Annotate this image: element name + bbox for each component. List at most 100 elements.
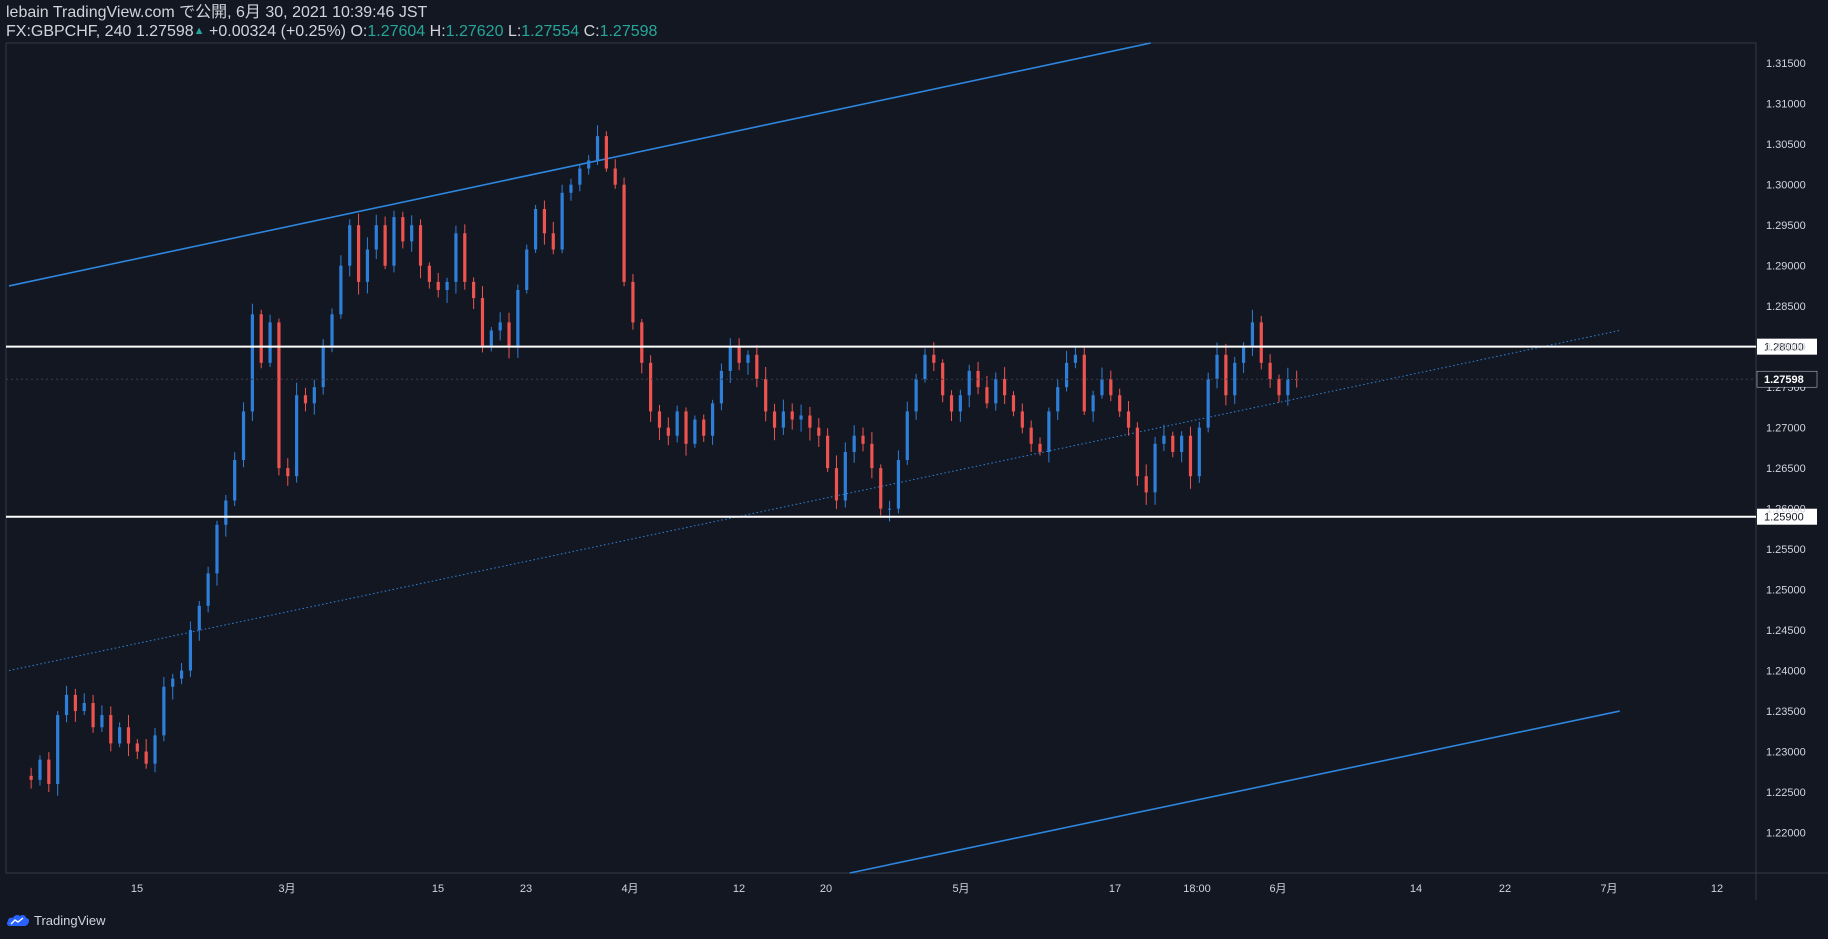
candle-body	[250, 314, 254, 412]
candle-body	[525, 249, 529, 290]
plot-frame	[5, 42, 1757, 874]
time-axis[interactable]: 15 3月 15 23 4月 12 20 5月 17 18:00 6月 14 22 7月 12	[131, 883, 1723, 895]
candle-body	[764, 379, 768, 412]
candle-body	[949, 395, 954, 412]
candle-body	[675, 411, 679, 436]
candle-body	[666, 427, 670, 436]
candle-body	[817, 427, 821, 436]
candle-body	[1011, 395, 1016, 412]
x-tick-label: 23	[520, 883, 532, 895]
candle-body	[755, 354, 759, 380]
candle-body	[578, 168, 582, 185]
candle-body	[118, 727, 122, 744]
candle-body	[560, 192, 564, 250]
candle-body	[649, 362, 653, 412]
candle-body	[383, 225, 387, 266]
candle-body	[533, 209, 538, 250]
candle-body	[144, 751, 148, 764]
candle-body	[1188, 435, 1193, 477]
candle-body	[73, 694, 77, 712]
candle-body	[1064, 362, 1069, 388]
candle-body	[268, 322, 272, 363]
candles	[29, 125, 1299, 796]
candle-body	[1171, 435, 1175, 452]
candle-body	[206, 573, 210, 606]
price-chart[interactable]: 1.280001.25900 1.315001.310001.305001.30…	[0, 0, 1828, 939]
candle-body	[631, 281, 635, 323]
candle-body	[932, 354, 936, 363]
candle-body	[472, 281, 476, 299]
candle-body	[197, 605, 201, 631]
candle-body	[1003, 379, 1007, 396]
candle-body	[171, 678, 175, 687]
x-tick-label: 12	[733, 883, 745, 895]
y-tick-label: 1.25500	[1766, 544, 1806, 556]
x-tick-label: 22	[1499, 883, 1511, 895]
candle-body	[38, 759, 42, 780]
candle-body	[1277, 379, 1281, 396]
candle-body	[224, 500, 228, 525]
candle-body	[604, 136, 608, 169]
candle-body	[1020, 411, 1024, 428]
channel-upper-line	[8, 42, 1151, 287]
candle-body	[879, 468, 883, 509]
candle-body	[826, 435, 830, 469]
candle-body	[1233, 362, 1237, 396]
candle-body	[914, 379, 918, 412]
candle-body	[887, 508, 892, 510]
candle-body	[47, 759, 51, 784]
candle-body	[454, 233, 458, 282]
candle-body	[392, 217, 396, 266]
candle-body	[1241, 346, 1246, 363]
candle-body	[985, 387, 989, 404]
candle-body	[772, 411, 777, 428]
candle-body	[1197, 427, 1201, 477]
candle-body	[348, 225, 352, 266]
y-tick-label: 1.30500	[1766, 139, 1806, 151]
candle-body	[365, 249, 370, 282]
candle-body	[303, 395, 308, 404]
candle-body	[622, 184, 626, 282]
x-tick-label: 14	[1410, 883, 1422, 895]
candle-body	[1126, 411, 1131, 428]
candle-body	[162, 686, 166, 736]
candle-body	[905, 411, 909, 461]
candle-body	[29, 775, 33, 780]
candle-body	[542, 209, 547, 234]
channel-lower-line	[849, 710, 1620, 874]
candle-body	[109, 715, 113, 744]
candle-body	[1047, 411, 1051, 452]
candle-body	[463, 233, 467, 282]
candle-body	[1091, 395, 1095, 412]
candle-body	[1144, 476, 1148, 493]
candle-body	[781, 411, 785, 428]
y-tick-label: 1.31000	[1766, 99, 1806, 111]
candle-body	[489, 330, 493, 347]
tradingview-cloud-icon	[6, 914, 30, 926]
candle-body	[896, 460, 901, 509]
candle-body	[1180, 435, 1184, 452]
candle-body	[728, 346, 732, 371]
x-tick-label: 20	[820, 883, 832, 895]
x-tick-label: 6月	[1269, 883, 1286, 895]
candle-body	[188, 630, 193, 671]
footer-brand[interactable]: TradingView	[6, 910, 106, 930]
candle-body	[427, 265, 431, 282]
candle-body	[657, 411, 662, 428]
trend-channel[interactable]	[8, 42, 1620, 874]
y-tick-label: 1.29000	[1766, 261, 1806, 273]
candle-body	[702, 419, 706, 436]
candle-body	[613, 168, 617, 185]
x-tick-label: 5月	[952, 883, 969, 895]
candle-body	[1135, 427, 1139, 477]
candle-body	[923, 354, 927, 380]
y-tick-label: 1.28500	[1766, 301, 1806, 313]
candle-body	[179, 670, 184, 679]
y-tick-label: 1.24500	[1766, 625, 1806, 637]
y-tick-label: 1.29500	[1766, 220, 1806, 232]
candle-body	[321, 346, 325, 388]
candle-body	[569, 184, 573, 193]
candle-body	[64, 694, 69, 716]
x-tick-label: 3月	[278, 883, 295, 895]
candle-body	[1215, 354, 1219, 380]
